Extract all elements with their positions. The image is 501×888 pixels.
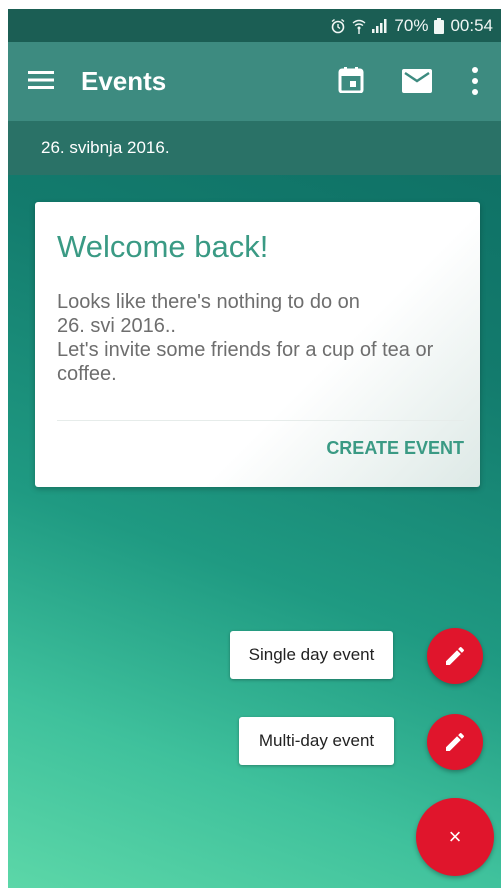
more-vert-icon[interactable] xyxy=(468,66,482,96)
mail-icon[interactable] xyxy=(402,69,432,93)
calendar-icon[interactable] xyxy=(338,67,364,93)
alarm-icon xyxy=(331,18,345,33)
create-event-button[interactable]: CREATE EVENT xyxy=(326,438,464,459)
battery-icon xyxy=(434,17,445,34)
pencil-icon xyxy=(446,646,465,665)
multi-day-event-label[interactable]: Multi-day event xyxy=(239,717,394,765)
card-divider xyxy=(57,420,464,421)
card-message: Looks like there's nothing to do on 26. … xyxy=(57,291,434,385)
signal-icon xyxy=(372,18,387,33)
date-header: 26. svibnja 2016. xyxy=(8,121,501,175)
welcome-card: Welcome back! Looks like there's nothing… xyxy=(35,202,480,487)
wifi-icon xyxy=(352,19,366,34)
close-fab-button[interactable]: × xyxy=(416,798,494,876)
card-title: Welcome back! xyxy=(57,229,269,264)
app-screen: 70% 00:54 Events 26. svibnja 2016. Welco… xyxy=(8,9,501,888)
menu-icon[interactable] xyxy=(28,69,54,91)
single-day-event-fab[interactable] xyxy=(427,628,483,684)
clock: 00:54 xyxy=(450,15,493,35)
multi-day-event-fab[interactable] xyxy=(427,714,483,770)
status-bar: 70% 00:54 xyxy=(8,9,501,42)
page-title: Events xyxy=(81,66,167,96)
close-icon: × xyxy=(448,824,462,849)
date-label: 26. svibnja 2016. xyxy=(41,138,170,157)
pencil-icon xyxy=(446,732,465,751)
battery-percent: 70% xyxy=(394,15,429,35)
single-day-event-label[interactable]: Single day event xyxy=(230,631,393,679)
app-bar: Events xyxy=(8,42,501,121)
